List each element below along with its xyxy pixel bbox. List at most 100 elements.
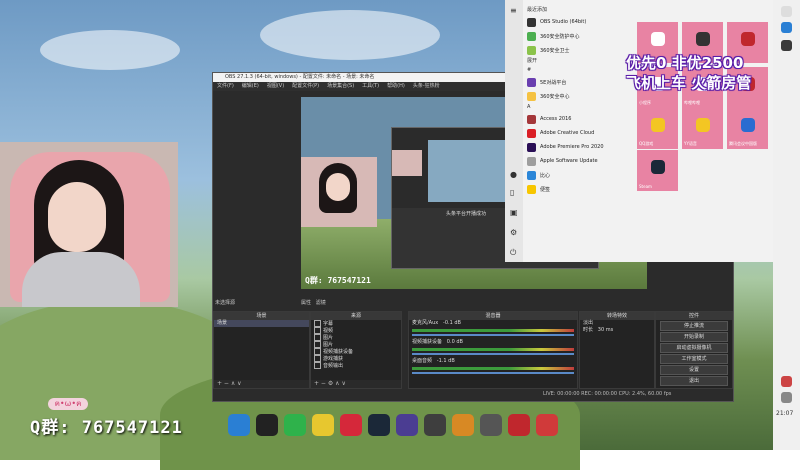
mixer-channel-name: 麦克风/Aux -0.1 dB (412, 320, 461, 326)
tile-steam[interactable]: Steam (637, 150, 678, 191)
tile-yy[interactable]: YY语音 (682, 108, 723, 149)
source-tabs: 属性 滤镜 (301, 299, 326, 306)
start-recording-button[interactable]: 开始录制 (660, 332, 728, 342)
menu-profile[interactable]: 配置文件(P) (292, 82, 319, 91)
mixer-header: 混音器 (409, 312, 577, 320)
no-source-label: 未选择源 (215, 300, 236, 306)
studio-mode-button[interactable]: 工作室模式 (660, 354, 728, 364)
sources-panel: 来源 字幕 视频 图片 图片 视频捕获设备 游戏捕获 音频输出 + − ⚙ ∧ … (310, 311, 402, 389)
section-expand[interactable]: 展开 (527, 57, 635, 66)
qq-icon[interactable] (256, 414, 278, 436)
app-item[interactable]: 比心 (527, 168, 635, 182)
section-recent: 最近添加 (527, 7, 548, 13)
source-item[interactable]: 音频输出 (311, 362, 401, 369)
wallpaper-cloud (260, 10, 440, 60)
properties-button[interactable]: 属性 (301, 300, 311, 306)
menu-help[interactable]: 帮助(H) (387, 82, 405, 91)
status-bar: LIVE: 00:00:00 REC: 00:00:00 CPU: 2.4%, … (543, 391, 672, 397)
qq-group-overlay: Q群: 767547121 (30, 418, 183, 438)
source-item[interactable]: 图片 (311, 341, 401, 348)
steam-icon[interactable] (368, 414, 390, 436)
filters-button[interactable]: 滤镜 (316, 300, 326, 306)
menu-tools[interactable]: 工具(T) (362, 82, 379, 91)
window-control-icon[interactable] (781, 6, 792, 17)
virtual-camera-button[interactable]: 启动虚拟摄像机 (660, 343, 728, 353)
start-rail: ≡ ● ▯ ▣ ⚙ ⏻ (505, 0, 523, 262)
audio-meter (412, 329, 574, 332)
transitions-panel: 转场特效 淡出 时长 30 ms (579, 311, 655, 389)
netease-music-icon[interactable] (340, 414, 362, 436)
tile-qq-game[interactable]: QQ游戏 (637, 108, 678, 149)
obs-icon[interactable] (424, 414, 446, 436)
exit-button[interactable]: 退出 (660, 376, 728, 386)
section-hash: # (527, 67, 532, 73)
taskbar (228, 414, 568, 444)
power-icon[interactable]: ⏻ (510, 248, 516, 258)
wechat-icon[interactable] (284, 414, 306, 436)
stop-streaming-button[interactable]: 停止推流 (660, 321, 728, 331)
stream-overlay-line1: 优先0 非优2500 (626, 54, 744, 72)
app-item[interactable]: 360安全卫士 (527, 43, 635, 57)
document-icon[interactable]: ▯ (510, 188, 514, 197)
adobe-icon[interactable] (536, 414, 558, 436)
controls-panel: 控件 停止推流 开始录制 启动虚拟摄像机 工作室模式 设置 退出 (655, 311, 733, 389)
app-item[interactable]: Adobe Creative Cloud (527, 126, 635, 140)
source-item[interactable]: 游戏捕获 (311, 355, 401, 362)
app-item[interactable]: 便签 (527, 182, 635, 196)
sources-header: 来源 (311, 312, 401, 320)
menu-view[interactable]: 视图(V) (267, 82, 284, 91)
settings-icon[interactable]: ⚙ (510, 228, 517, 237)
settings-button[interactable]: 设置 (660, 365, 728, 375)
tile-tencent-meeting[interactable]: 腾讯会议中国版 (727, 108, 768, 149)
transition-duration[interactable]: 时长 30 ms (580, 327, 654, 334)
app-list: 最近添加 OBS Studio (64bit) 360安全防护中心 360安全卫… (527, 6, 635, 196)
sources-toolbar[interactable]: + − ⚙ ∧ ∨ (311, 380, 401, 388)
hamburger-icon[interactable]: ≡ (510, 6, 517, 15)
app-item[interactable]: 360安全防护中心 (527, 29, 635, 43)
source-item[interactable]: 视频捕获设备 (311, 348, 401, 355)
menu-file[interactable]: 文件(F) (217, 82, 234, 91)
menu-edit[interactable]: 编辑(E) (242, 82, 259, 91)
controls-header: 控件 (656, 312, 732, 320)
csgo-icon[interactable] (452, 414, 474, 436)
edge-icon[interactable] (781, 22, 792, 33)
scene-item[interactable]: 场景 (214, 320, 309, 327)
app-item[interactable]: 360安全中心 (527, 89, 635, 103)
app-item[interactable]: Adobe Premiere Pro 2020 (527, 140, 635, 154)
scenes-panel: 场景 场景 + − ∧ ∨ (213, 311, 310, 389)
menu-scene-collection[interactable]: 场景集合(S) (327, 82, 354, 91)
user-icon[interactable]: ● (510, 170, 517, 179)
qq-game-icon[interactable] (312, 414, 334, 436)
preview-webcam (301, 157, 377, 227)
source-item[interactable]: 图片 (311, 334, 401, 341)
app-item[interactable]: Access 2016 (527, 112, 635, 126)
right-taskbar (773, 0, 800, 450)
game-launcher-icon[interactable] (508, 414, 530, 436)
5e-platform-icon[interactable] (396, 414, 418, 436)
menu-plugin[interactable]: 头条-狂热粉 (413, 82, 440, 91)
volume-slider[interactable] (412, 372, 574, 374)
source-item[interactable]: 视频 (311, 327, 401, 334)
nested-notice: 头条平台开播成功 (446, 211, 487, 217)
transition-type-select[interactable]: 淡出 (580, 320, 654, 327)
volume-slider[interactable] (412, 334, 574, 336)
preview-qq-group: Q群: 767547121 (305, 276, 371, 285)
taskbar-app-icon[interactable] (781, 40, 792, 51)
stream-tag: ฅ•ω•ฅ (48, 398, 88, 410)
pictures-icon[interactable]: ▣ (510, 208, 518, 217)
app-item[interactable]: Apple Software Update (527, 154, 635, 168)
stream-overlay-line2: 飞机上车 火箭房管 (626, 74, 752, 92)
scenes-header: 场景 (214, 312, 309, 320)
mixer-channel-name: 视频捕获设备 0.0 dB (412, 339, 463, 345)
scenes-toolbar[interactable]: + − ∧ ∨ (214, 380, 309, 388)
wallpaper-cloud (40, 30, 180, 70)
windows-start-icon[interactable] (228, 414, 250, 436)
source-item[interactable]: 字幕 (311, 320, 401, 327)
tray-icon[interactable] (781, 392, 792, 403)
tray-icon[interactable] (781, 376, 792, 387)
app-item[interactable]: 5E对战平台 (527, 75, 635, 89)
volume-slider[interactable] (412, 353, 574, 355)
app-item[interactable]: OBS Studio (64bit) (527, 15, 635, 29)
mixer-channel-name: 桌面音频 -1.1 dB (412, 358, 455, 364)
game-icon[interactable] (480, 414, 502, 436)
